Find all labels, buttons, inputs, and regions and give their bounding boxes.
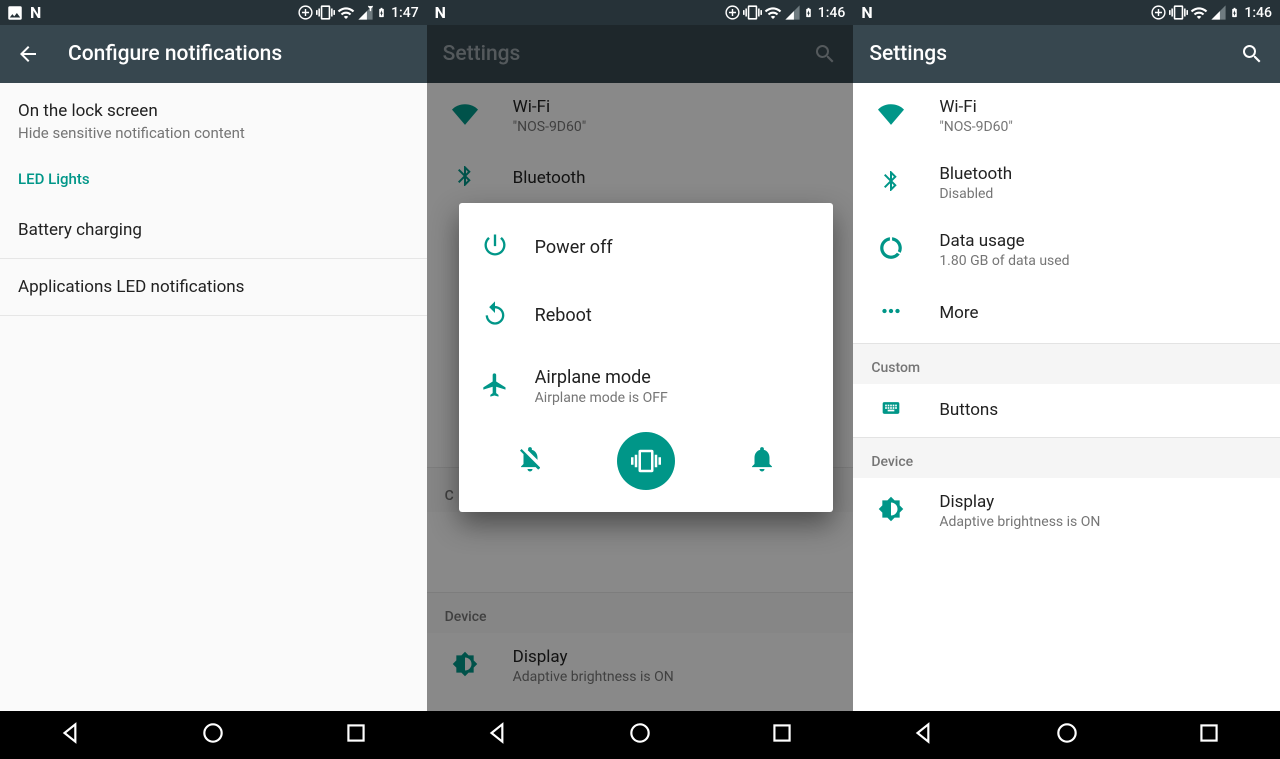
status-bar: N 1:46 bbox=[427, 0, 854, 25]
silent-icon[interactable] bbox=[515, 444, 545, 478]
ringer-mode-row bbox=[459, 424, 834, 498]
nav-home-icon[interactable] bbox=[627, 720, 653, 750]
signal-icon bbox=[357, 4, 374, 21]
vibrate-icon bbox=[743, 3, 762, 22]
nougat-n-icon: N bbox=[30, 3, 42, 22]
wifi-title: Wi-Fi bbox=[939, 97, 1262, 117]
navigation-bar bbox=[0, 711, 427, 759]
bluetooth-item[interactable]: Bluetooth Disabled bbox=[853, 150, 1280, 217]
vibrate-icon bbox=[1169, 3, 1188, 22]
bluetooth-sub: Disabled bbox=[939, 186, 1262, 202]
reboot-icon bbox=[481, 299, 509, 331]
toolbar: Configure notifications bbox=[0, 25, 427, 83]
screen-settings: N 1:46 Settings Wi-Fi "NOS-9D60" bbox=[853, 0, 1280, 759]
status-bar: N 1:46 bbox=[853, 0, 1280, 25]
power-icon bbox=[481, 231, 509, 263]
data-usage-title: Data usage bbox=[939, 231, 1262, 251]
vibrate-button-active[interactable] bbox=[617, 432, 675, 490]
content-list: Wi-Fi "NOS-9D60" Bluetooth Disabled Data… bbox=[853, 83, 1280, 711]
nav-back-icon[interactable] bbox=[911, 720, 937, 750]
wifi-icon bbox=[337, 4, 355, 22]
add-circle-icon bbox=[297, 4, 314, 21]
battery-charging-icon bbox=[376, 4, 387, 21]
wifi-item[interactable]: Wi-Fi "NOS-9D60" bbox=[853, 83, 1280, 150]
lock-screen-item[interactable]: On the lock screen Hide sensitive notifi… bbox=[0, 83, 427, 160]
add-circle-icon bbox=[724, 4, 741, 21]
bluetooth-title: Bluetooth bbox=[939, 164, 1262, 184]
data-usage-icon bbox=[878, 235, 904, 265]
led-lights-header: LED Lights bbox=[0, 160, 427, 202]
display-item[interactable]: Display Adaptive brightness is ON bbox=[853, 478, 1280, 545]
ring-icon[interactable] bbox=[747, 444, 777, 478]
wifi-icon bbox=[878, 101, 904, 131]
nougat-n-icon: N bbox=[861, 3, 873, 22]
nav-recent-icon[interactable] bbox=[769, 720, 795, 750]
more-horiz-icon bbox=[878, 298, 904, 328]
status-clock: 1:46 bbox=[818, 5, 846, 21]
wifi-icon bbox=[1190, 4, 1208, 22]
nougat-n-icon: N bbox=[435, 3, 447, 22]
airplane-mode-item[interactable]: Airplane mode Airplane mode is OFF bbox=[459, 349, 834, 424]
content-list: On the lock screen Hide sensitive notifi… bbox=[0, 83, 427, 711]
buttons-title: Buttons bbox=[939, 400, 1262, 420]
page-title: Settings bbox=[869, 42, 1212, 66]
signal-icon bbox=[784, 4, 801, 21]
add-circle-icon bbox=[1150, 4, 1167, 21]
navigation-bar bbox=[427, 711, 854, 759]
buttons-item[interactable]: Buttons bbox=[853, 384, 1280, 437]
toolbar: Settings bbox=[853, 25, 1280, 83]
reboot-item[interactable]: Reboot bbox=[459, 281, 834, 349]
airplane-icon bbox=[481, 371, 509, 403]
screen-configure-notifications: N 1:47 Configure notifications On the lo… bbox=[0, 0, 427, 759]
display-sub: Adaptive brightness is ON bbox=[939, 514, 1262, 530]
status-bar: N 1:47 bbox=[0, 0, 427, 25]
nav-recent-icon[interactable] bbox=[343, 720, 369, 750]
vibrate-icon bbox=[316, 3, 335, 22]
nav-back-icon[interactable] bbox=[485, 720, 511, 750]
keyboard-icon bbox=[878, 398, 904, 422]
brightness-icon bbox=[878, 496, 904, 526]
power-menu-dialog: Power off Reboot Airplane mode Airplane … bbox=[459, 203, 834, 512]
battery-charging-icon bbox=[1229, 4, 1240, 21]
nav-home-icon[interactable] bbox=[1054, 720, 1080, 750]
more-item[interactable]: More bbox=[853, 284, 1280, 343]
power-off-item[interactable]: Power off bbox=[459, 213, 834, 281]
device-section-label: Device bbox=[853, 437, 1280, 478]
data-usage-item[interactable]: Data usage 1.80 GB of data used bbox=[853, 217, 1280, 284]
picture-icon bbox=[6, 4, 24, 22]
more-title: More bbox=[939, 303, 1262, 323]
wifi-sub: "NOS-9D60" bbox=[939, 119, 1262, 135]
data-usage-sub: 1.80 GB of data used bbox=[939, 253, 1262, 269]
nav-home-icon[interactable] bbox=[200, 720, 226, 750]
custom-section-label: Custom bbox=[853, 343, 1280, 384]
battery-charging-item[interactable]: Battery charging bbox=[0, 202, 427, 259]
bluetooth-icon bbox=[879, 169, 903, 197]
navigation-bar bbox=[853, 711, 1280, 759]
back-arrow-icon[interactable] bbox=[16, 42, 40, 66]
search-icon[interactable] bbox=[1240, 42, 1264, 66]
status-clock: 1:46 bbox=[1244, 5, 1272, 21]
screen-settings-with-power-menu: N 1:46 Settings Wi-Fi "NOS-9D60" bbox=[427, 0, 854, 759]
apps-led-item[interactable]: Applications LED notifications bbox=[0, 259, 427, 316]
nav-back-icon[interactable] bbox=[58, 720, 84, 750]
signal-icon bbox=[1210, 4, 1227, 21]
nav-recent-icon[interactable] bbox=[1196, 720, 1222, 750]
page-title: Configure notifications bbox=[68, 42, 411, 66]
battery-charging-icon bbox=[803, 4, 814, 21]
display-title: Display bbox=[939, 492, 1262, 512]
status-clock: 1:47 bbox=[391, 5, 419, 21]
wifi-icon bbox=[764, 4, 782, 22]
